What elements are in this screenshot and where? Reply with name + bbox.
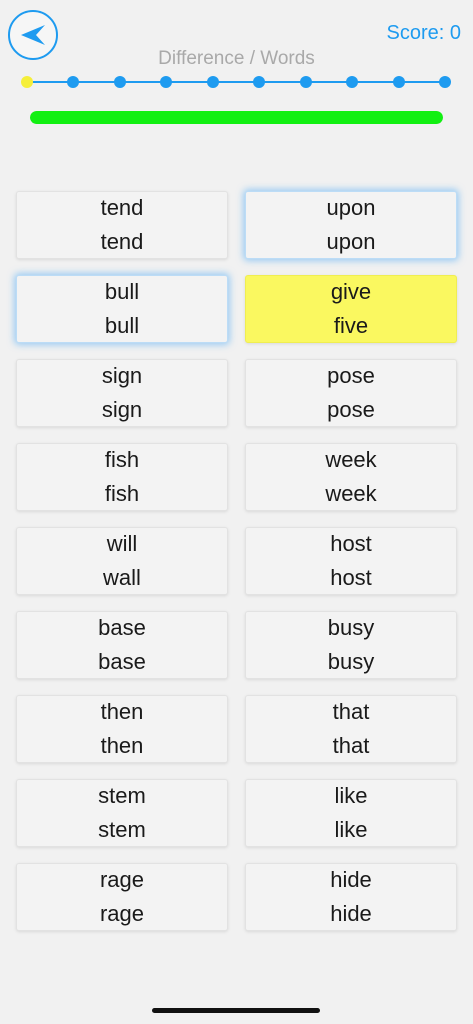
word-bottom: sign (101, 397, 143, 422)
word-bottom: five (333, 313, 369, 338)
step-dot (67, 76, 80, 88)
score-label: Score: (386, 22, 445, 44)
word-pair-card[interactable]: then then (16, 695, 228, 763)
word-pair-card[interactable]: hide hide (245, 863, 457, 931)
word-pair-card[interactable]: give five (245, 275, 457, 343)
word-top: week (325, 447, 377, 472)
word-bottom: wall (103, 565, 141, 590)
word-pair-card[interactable]: sign sign (16, 359, 228, 427)
word-top: rage (99, 867, 145, 892)
word-bottom: week (325, 481, 377, 506)
word-top: give (330, 279, 372, 304)
step-dot (299, 76, 312, 88)
step-dot-current (21, 76, 33, 88)
word-top: host (330, 531, 372, 556)
progress-fill (30, 111, 443, 124)
step-dot (206, 76, 219, 88)
word-pair-card[interactable]: like like (245, 779, 457, 847)
word-pair-card[interactable]: week week (245, 443, 457, 511)
word-top: will (106, 531, 138, 556)
step-indicator (21, 72, 451, 92)
word-pair-card[interactable]: host host (245, 527, 457, 595)
word-bottom: base (98, 649, 146, 674)
word-top: hide (330, 867, 372, 892)
page-title: Difference / Words (158, 48, 315, 69)
word-pair-card[interactable]: busy busy (245, 611, 457, 679)
word-pair-card[interactable]: tend tend (16, 191, 228, 259)
word-top: then (100, 699, 144, 724)
word-pair-card[interactable]: base base (16, 611, 228, 679)
word-bottom: busy (327, 649, 375, 674)
word-pair-card[interactable]: will wall (16, 527, 228, 595)
back-arrow-icon (21, 25, 45, 45)
word-top: fish (104, 447, 140, 472)
home-indicator (152, 1008, 320, 1013)
word-bottom: like (334, 817, 368, 842)
word-top: like (334, 783, 368, 808)
word-bottom: pose (327, 397, 375, 422)
step-dot (439, 76, 451, 88)
word-bottom: rage (99, 901, 145, 926)
step-dot (113, 76, 126, 88)
word-top: tend (100, 195, 144, 220)
word-pair-card[interactable]: upon upon (245, 191, 457, 259)
word-bottom: hide (330, 901, 372, 926)
word-pair-grid: tend tend upon upon bull bull give five sign sign… (16, 191, 458, 931)
word-bottom: bull (104, 313, 140, 338)
score-display: Score: 0 (387, 22, 462, 45)
word-bottom: tend (100, 229, 144, 254)
word-pair-card[interactable]: rage rage (16, 863, 228, 931)
word-pair-card[interactable]: that that (245, 695, 457, 763)
word-bottom: fish (104, 481, 140, 506)
step-dot (160, 76, 173, 88)
step-dot (392, 76, 405, 88)
step-line (27, 81, 445, 83)
word-top: base (98, 615, 146, 640)
word-top: bull (104, 279, 140, 304)
word-bottom: upon (326, 229, 376, 254)
word-bottom: host (330, 565, 372, 590)
word-top: upon (326, 195, 376, 220)
word-top: pose (327, 363, 375, 388)
step-dot (346, 76, 359, 88)
score-value: 0 (449, 22, 461, 44)
word-pair-card[interactable]: bull bull (16, 275, 228, 343)
word-top: busy (327, 615, 375, 640)
progress-bar (30, 111, 443, 124)
word-pair-card[interactable]: pose pose (245, 359, 457, 427)
word-bottom: that (332, 733, 370, 758)
word-pair-card[interactable]: fish fish (16, 443, 228, 511)
word-top: stem (98, 783, 146, 808)
word-bottom: stem (98, 817, 146, 842)
word-top: that (332, 699, 370, 724)
word-top: sign (101, 363, 143, 388)
word-bottom: then (100, 733, 144, 758)
word-pair-card[interactable]: stem stem (16, 779, 228, 847)
step-dot (253, 76, 266, 88)
